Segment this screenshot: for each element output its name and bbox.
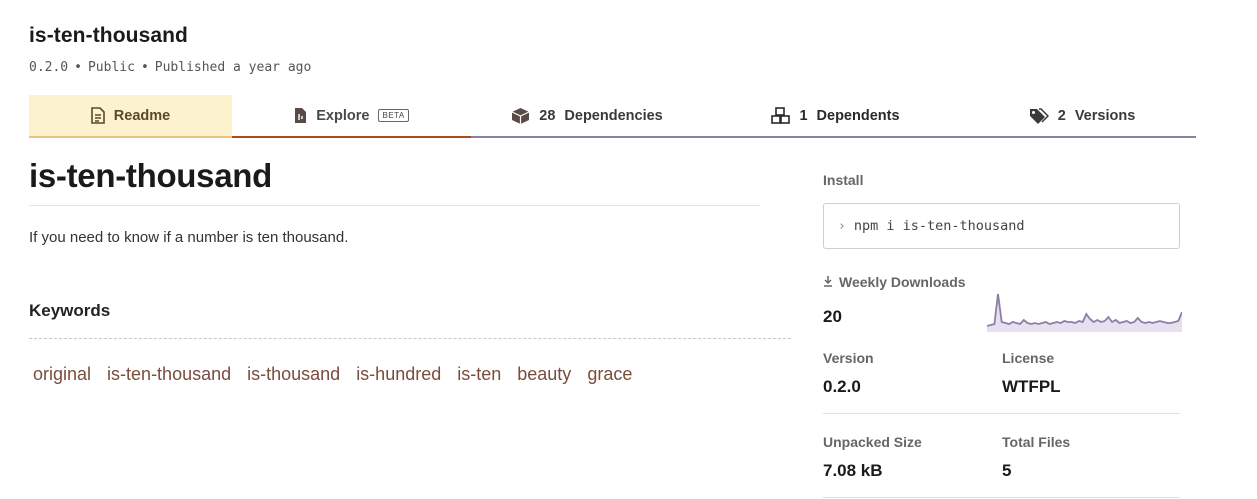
- install-command: npm i is-ten-thousand: [853, 218, 1025, 234]
- package-tabs: Readme Explore BETA 28 Dependencies 1 De…: [29, 95, 1196, 138]
- tab-versions-label: Versions: [1074, 107, 1136, 124]
- sidebar-divider: [823, 497, 1180, 498]
- beta-badge: BETA: [378, 109, 409, 122]
- tab-explore[interactable]: Explore BETA: [232, 95, 471, 136]
- keyword-link[interactable]: is-hundred: [356, 364, 441, 385]
- readme-title: is-ten-thousand: [29, 157, 272, 194]
- weekly-downloads-label: Weekly Downloads: [823, 274, 966, 290]
- weekly-downloads-sparkline: [987, 293, 1182, 332]
- tab-dependents[interactable]: 1 Dependents: [703, 95, 968, 136]
- sidebar-divider: [823, 413, 1180, 414]
- dependencies-count: 28: [539, 107, 556, 124]
- tags-icon: [1029, 107, 1049, 124]
- keyword-link[interactable]: original: [33, 364, 91, 385]
- boxes-icon: [771, 107, 791, 124]
- package-visibility: Public: [87, 60, 135, 75]
- weekly-downloads-value: 20: [823, 307, 842, 326]
- keyword-link[interactable]: is-ten: [457, 364, 501, 385]
- keywords-divider: [29, 338, 791, 339]
- tab-readme-label: Readme: [113, 107, 171, 124]
- license-value: WTFPL: [1002, 377, 1061, 396]
- readme-divider: [29, 205, 760, 206]
- keywords-heading: Keywords: [29, 301, 111, 320]
- dependents-count: 1: [799, 107, 808, 124]
- tab-versions[interactable]: 2 Versions: [968, 95, 1196, 136]
- tab-dependencies-label: Dependencies: [564, 107, 663, 124]
- tab-dependencies[interactable]: 28 Dependencies: [471, 95, 703, 136]
- tab-readme[interactable]: Readme: [29, 95, 232, 136]
- weekly-downloads-text: Weekly Downloads: [839, 274, 966, 290]
- package-title: is-ten-thousand: [29, 24, 188, 47]
- separator-dot: •: [140, 60, 149, 75]
- keyword-list: original is-ten-thousand is-thousand is-…: [33, 364, 632, 385]
- keyword-link[interactable]: is-ten-thousand: [107, 364, 231, 385]
- box-icon: [511, 107, 530, 125]
- package-meta: 0.2.0 • Public • Published a year ago: [29, 60, 311, 75]
- versions-count: 2: [1057, 107, 1066, 124]
- download-icon: [823, 274, 833, 290]
- file-code-icon: [294, 107, 307, 124]
- version-label: Version: [823, 350, 874, 366]
- readme-description: If you need to know if a number is ten t…: [29, 229, 349, 246]
- document-icon: [90, 107, 105, 124]
- tab-dependents-label: Dependents: [816, 107, 900, 124]
- tab-explore-label: Explore: [316, 107, 370, 124]
- install-label: Install: [823, 172, 864, 188]
- keyword-link[interactable]: beauty: [517, 364, 571, 385]
- tab-readme-underline: [29, 136, 232, 138]
- terminal-prompt-icon: ›: [838, 218, 846, 234]
- package-version-meta: 0.2.0: [29, 60, 69, 75]
- keyword-link[interactable]: is-thousand: [247, 364, 340, 385]
- license-label: License: [1002, 350, 1055, 366]
- separator-dot: •: [74, 60, 82, 75]
- install-command-box[interactable]: › npm i is-ten-thousand: [823, 203, 1180, 249]
- version-value: 0.2.0: [823, 377, 861, 396]
- total-files-value: 5: [1002, 461, 1012, 480]
- package-page: is-ten-thousand 0.2.0 • Public • Publish…: [0, 0, 1257, 499]
- sparkline-area: [987, 294, 1182, 332]
- total-files-label: Total Files: [1002, 434, 1071, 450]
- unpacked-size-value: 7.08 kB: [823, 461, 883, 480]
- package-published: Published a year ago: [154, 60, 312, 75]
- unpacked-size-label: Unpacked Size: [823, 434, 922, 450]
- tab-explore-underline: [232, 136, 471, 138]
- keyword-link[interactable]: grace: [587, 364, 632, 385]
